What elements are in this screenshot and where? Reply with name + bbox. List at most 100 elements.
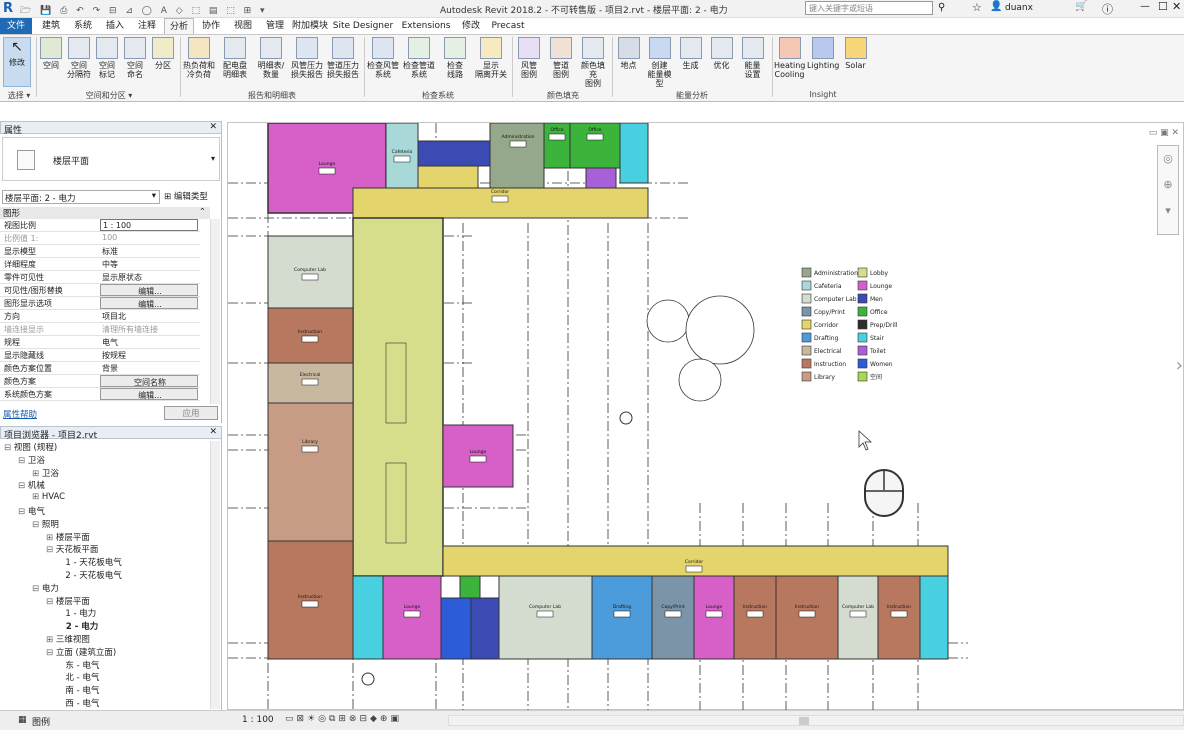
user-name[interactable]: duanx (1005, 3, 1033, 13)
insight-button-2[interactable]: Solar (840, 37, 871, 70)
tree-item[interactable]: ⊟ 照明 (32, 518, 59, 530)
property-value[interactable]: 标准 (100, 245, 198, 257)
room-administration[interactable] (489, 122, 545, 189)
quick-access-toolbar[interactable]: 🗁 💾 ⎙ ↶ ↷ ⊟ ⊿ ◯ A ◇ ⬚ ▤ ⬚ ⊞ ▾ (20, 3, 340, 16)
tree-item[interactable]: ⊞ HVAC (32, 492, 65, 502)
tree-item[interactable]: ⊞ 楼层平面 (46, 531, 90, 543)
minimize-icon[interactable]: — (1140, 1, 1150, 12)
room-tag[interactable]: Drafting (613, 604, 631, 610)
modify-button[interactable]: ↖ 修改 (3, 37, 31, 87)
property-value[interactable]: 编辑... (100, 284, 198, 296)
tree-item[interactable]: 东 - 电气 (60, 659, 99, 671)
menu-tab-10[interactable]: Extensions (398, 18, 454, 34)
space-button-0[interactable]: 空间 (38, 37, 64, 70)
menu-tab-12[interactable]: Precast (488, 18, 528, 34)
close-icon[interactable]: ✕ (209, 122, 217, 132)
room-instruction-s1[interactable] (733, 575, 777, 660)
expand-toggle-icon[interactable]: ⊞ (32, 492, 42, 502)
room-computer-lab-s1[interactable] (498, 575, 593, 660)
menu-tab-11[interactable]: 修改 (456, 18, 486, 34)
menu-tab-2[interactable]: 插入 (100, 18, 130, 34)
expand-toggle-icon[interactable]: ⊟ (18, 507, 28, 517)
properties-scrollbar[interactable] (210, 219, 220, 404)
close-icon[interactable]: ✕ (209, 427, 217, 437)
color-button-0[interactable]: 风管 图例 (514, 37, 544, 79)
expand-toggle-icon[interactable]: ⊞ (32, 469, 42, 479)
menu-tab-1[interactable]: 系统 (68, 18, 98, 34)
room-men-s[interactable] (470, 597, 500, 660)
room-tag[interactable]: Electrical (300, 372, 321, 378)
room-library[interactable] (267, 402, 354, 542)
room-instruction-w1[interactable] (267, 307, 354, 364)
property-value[interactable]: 编辑... (100, 388, 198, 400)
property-value[interactable]: 电气 (100, 336, 198, 348)
room-corridor-north-2[interactable] (417, 165, 479, 189)
menu-tab-8[interactable]: 附加模块 (292, 18, 328, 34)
menu-tab-5[interactable]: 协作 (196, 18, 226, 34)
room-tag[interactable]: Instruction (298, 329, 322, 335)
view-scale[interactable]: 1 : 100 (242, 715, 274, 725)
check-button-2[interactable]: 检查 线路 (438, 37, 472, 79)
room-tag[interactable]: Lounge (470, 449, 487, 455)
property-value[interactable]: 背景 (100, 362, 198, 374)
instance-selector[interactable]: 楼层平面: 2 - 电力 ▾ (2, 190, 160, 204)
select-group-label[interactable]: 选择 ▾ (2, 90, 36, 101)
close-icon[interactable]: ✕ (1172, 0, 1181, 13)
insight-button-0[interactable]: Heating Cooling (774, 37, 805, 79)
property-value[interactable]: 空间名称 (100, 375, 198, 387)
room-tag[interactable]: Instruction (795, 604, 819, 610)
room-instruction-s2[interactable] (775, 575, 839, 660)
expand-toggle-icon[interactable]: ⊟ (46, 648, 56, 658)
room-tag[interactable]: Office (550, 127, 563, 133)
report-button-1[interactable]: 配电盘 明细表 (218, 37, 252, 79)
tree-symbol[interactable] (685, 295, 755, 365)
expand-toggle-icon[interactable]: ⊟ (18, 456, 28, 466)
room-women-s[interactable] (440, 597, 472, 660)
room-copy-print[interactable] (651, 575, 695, 660)
expand-toggle-icon[interactable]: ⊟ (46, 597, 56, 607)
user-icon[interactable]: 👤 (990, 1, 1002, 12)
tree-item[interactable]: ⊟ 立面 (建筑立面) (46, 646, 116, 658)
room-office-s[interactable] (459, 575, 481, 599)
expand-toggle-icon[interactable]: ⊞ (46, 533, 56, 543)
color-button-2[interactable]: 颜色填充 图例 (578, 37, 608, 88)
room-tag[interactable]: Computer Lab (294, 267, 326, 273)
energy-button-4[interactable]: 能量 设置 (738, 37, 767, 79)
tree-item[interactable]: ⊟ 楼层平面 (46, 595, 90, 607)
report-button-3[interactable]: 风管压力 损失报告 (290, 37, 324, 79)
property-value[interactable]: 按规程 (100, 349, 198, 361)
elevation-marker[interactable] (619, 411, 633, 425)
property-value[interactable]: 1 : 100 (100, 219, 198, 231)
menu-tab-6[interactable]: 视图 (228, 18, 258, 34)
room-toilet-n[interactable] (585, 167, 617, 189)
menu-tab-0[interactable]: 建筑 (36, 18, 66, 34)
tree-item[interactable]: 南 - 电气 (60, 684, 99, 696)
scroll-thumb[interactable] (799, 717, 809, 725)
energy-button-0[interactable]: 地点 (614, 37, 643, 70)
room-tag[interactable]: Administration (502, 134, 535, 140)
viewcube-icon[interactable]: ◎ ⊕ ▾ (1157, 145, 1179, 235)
tree-item[interactable]: 1 - 天花板电气 (60, 556, 121, 568)
space-button-4[interactable]: 分区 (150, 37, 176, 70)
tree-item[interactable]: 2 - 电力 (60, 620, 98, 632)
tree-item[interactable]: 北 - 电气 (60, 671, 99, 683)
menu-tab-9[interactable]: Site Designer (330, 18, 396, 34)
room-stair-n[interactable] (619, 122, 649, 184)
expand-toggle-icon[interactable]: ⊟ (46, 545, 56, 555)
room-tag[interactable]: Lounge (706, 604, 723, 610)
space-button-2[interactable]: 空间 标记 (94, 37, 120, 79)
expand-toggle-icon[interactable]: ⊟ (32, 584, 42, 594)
room-tag[interactable]: Copy/Print (661, 604, 685, 610)
room-instruction-s3[interactable] (877, 575, 921, 660)
file-tab[interactable]: 文件 (0, 18, 32, 34)
room-lobby-spine[interactable] (352, 217, 444, 577)
view-window-controls[interactable]: ▭ ▣ ✕ (1149, 128, 1179, 138)
tree-item[interactable]: ⊟ 视图 (规程) (4, 441, 57, 453)
room-tag[interactable]: Computer Lab (529, 604, 561, 610)
room-tag[interactable]: Corridor (491, 189, 509, 195)
tree-item[interactable]: 西 - 电气 (60, 697, 99, 709)
tree-item[interactable]: ⊟ 电力 (32, 582, 59, 594)
room-tag[interactable]: Corridor (685, 559, 703, 565)
menu-tab-3[interactable]: 注释 (132, 18, 162, 34)
room-tag[interactable]: Lounge (404, 604, 421, 610)
